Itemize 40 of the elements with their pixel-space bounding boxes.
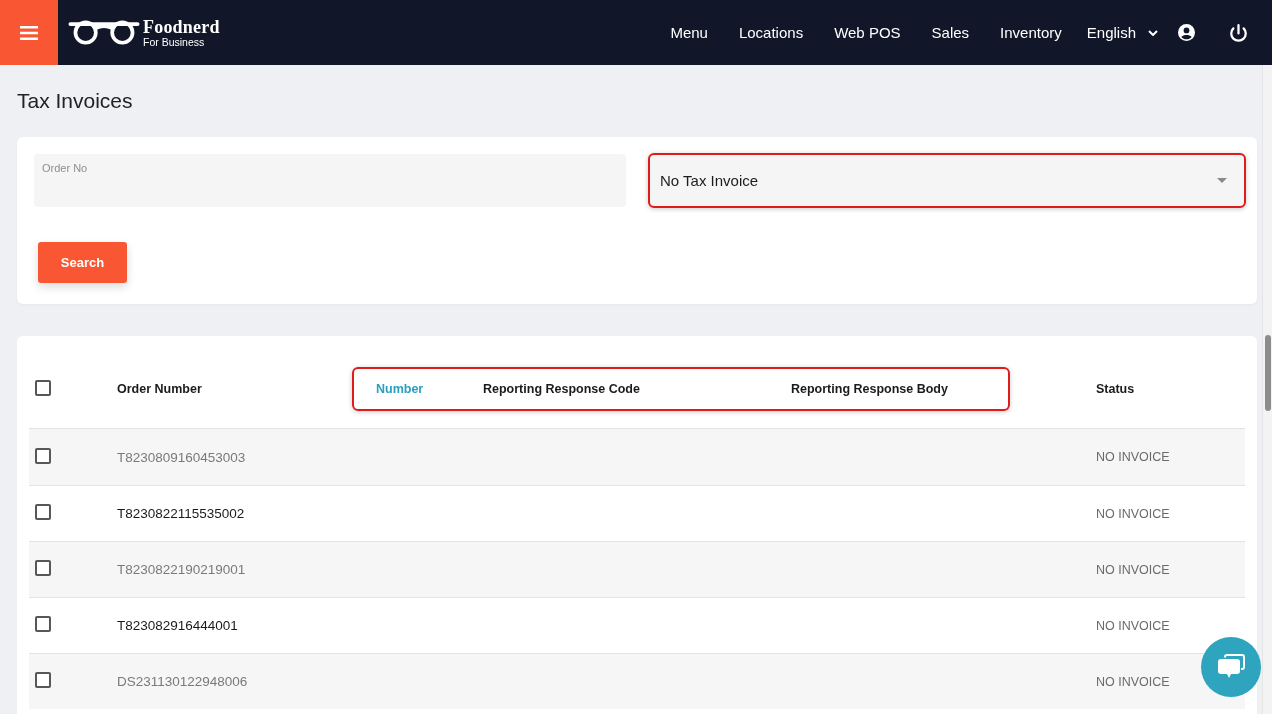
menu-icon [20, 25, 38, 40]
nav-link[interactable]: Sales [931, 24, 970, 41]
brand-name: Foodnerd [143, 17, 220, 36]
caret-down-icon [1217, 178, 1227, 183]
select-all-checkbox[interactable] [35, 379, 51, 396]
invoice-filter-select[interactable]: No Tax Invoice [648, 153, 1246, 208]
order-number-cell: T8230822190219001 [117, 562, 246, 577]
status-cell: NO INVOICE [1096, 674, 1170, 689]
menu-button[interactable] [0, 0, 58, 65]
page-title: Tax Invoices [17, 89, 133, 113]
column-header: Order Number [117, 382, 202, 396]
account-icon[interactable] [1178, 24, 1195, 41]
row-checkbox[interactable] [35, 447, 51, 464]
nav-link[interactable]: Menu [670, 24, 708, 41]
order-number-cell: T8230822115535002 [117, 506, 245, 521]
order-number-cell: T8230809160453003 [117, 449, 246, 465]
nav-link[interactable]: Inventory [1000, 24, 1062, 41]
column-header: Reporting Response Code [483, 382, 640, 396]
glasses-icon [68, 20, 140, 45]
language-select[interactable]: English [1086, 24, 1158, 41]
column-header: Reporting Response Body [791, 382, 948, 396]
status-cell: NO INVOICE [1096, 618, 1170, 633]
order-number-cell: T823082916444001 [117, 618, 238, 633]
brand-tagline: For Business [143, 36, 206, 48]
scrollbar-thumb[interactable] [1265, 335, 1271, 411]
status-cell: NO INVOICE [1096, 562, 1170, 577]
row-checkbox[interactable] [35, 560, 51, 576]
power-icon[interactable] [1230, 23, 1247, 42]
status-cell: NO INVOICE [1096, 450, 1170, 464]
status-cell: NO INVOICE [1096, 506, 1170, 521]
row-checkbox[interactable] [35, 616, 51, 632]
column-header: Status [1096, 382, 1135, 396]
chevron-down-icon [1148, 29, 1158, 36]
chat-bubble-icon [1216, 654, 1246, 680]
column-header: Number [376, 382, 424, 396]
row-checkbox[interactable] [35, 504, 51, 520]
nav-link[interactable]: Web POS [834, 24, 901, 41]
row-checkbox[interactable] [35, 672, 51, 688]
order-number-cell: DS231130122948006 [117, 674, 248, 689]
nav-link[interactable]: Locations [738, 24, 804, 41]
